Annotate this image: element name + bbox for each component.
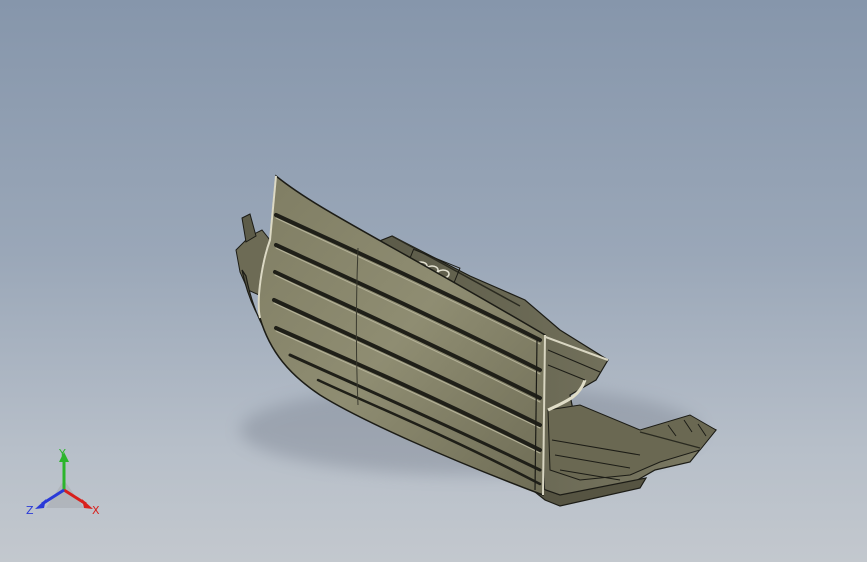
grille-3d-model[interactable] [0, 0, 867, 562]
view-orientation-triad: Y X Z [26, 447, 100, 517]
z-axis-label: Z [26, 504, 34, 517]
graphics-viewport[interactable]: Y X Z [0, 0, 867, 562]
y-axis-label: Y [58, 447, 66, 460]
z-axis-arrowhead [35, 499, 46, 509]
x-axis-label: X [92, 504, 100, 517]
